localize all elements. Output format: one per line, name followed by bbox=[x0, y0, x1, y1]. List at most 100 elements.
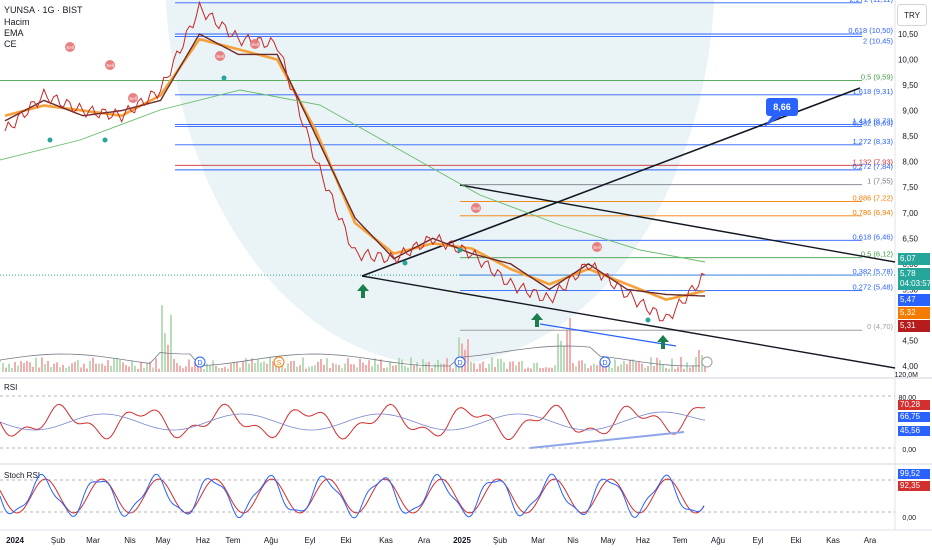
volume-bar bbox=[338, 365, 340, 372]
volume-bar bbox=[665, 367, 667, 372]
volume-bar bbox=[539, 367, 541, 372]
fib-level-label: 0,786 (6,94) bbox=[853, 208, 894, 217]
volume-bar bbox=[329, 367, 331, 372]
time-tick-label: Kas bbox=[379, 536, 393, 545]
volume-bar bbox=[101, 363, 103, 372]
target-callout-label: 8,66 bbox=[773, 102, 791, 112]
time-tick-label: Ağu bbox=[711, 536, 725, 545]
volume-bar bbox=[302, 357, 304, 372]
volume-bar bbox=[569, 318, 571, 372]
volume-bar bbox=[62, 364, 64, 372]
volume-bar bbox=[41, 357, 43, 372]
time-tick-label: Eki bbox=[340, 536, 351, 545]
volume-bar bbox=[419, 367, 421, 372]
ema-fast-price-label: 6,07 bbox=[898, 253, 930, 265]
time-tick-label: Tem bbox=[672, 536, 687, 545]
volume-bar bbox=[560, 340, 562, 372]
volume-bar bbox=[380, 359, 382, 372]
volume-bar bbox=[467, 339, 469, 372]
volume-bar bbox=[89, 360, 91, 372]
volume-bar bbox=[212, 360, 214, 372]
volume-bar bbox=[536, 362, 538, 372]
volume-bar bbox=[320, 359, 322, 372]
volume-bar bbox=[299, 365, 301, 372]
volume-bar bbox=[218, 368, 220, 372]
volume-bar bbox=[134, 365, 136, 372]
volume-bar bbox=[431, 367, 433, 372]
fib-level-label: 0,618 (10,50) bbox=[848, 26, 893, 35]
time-tick-label: 2024 bbox=[6, 536, 24, 545]
time-tick-label: Mar bbox=[86, 536, 100, 545]
volume-bar bbox=[383, 367, 385, 372]
volume-bar bbox=[119, 360, 121, 372]
buy-dot-icon bbox=[221, 75, 227, 81]
volume-bar bbox=[614, 359, 616, 372]
volume-legend[interactable]: Hacim bbox=[4, 17, 30, 28]
volume-bar bbox=[35, 357, 37, 372]
volume-bar bbox=[215, 365, 217, 372]
time-tick-label: May bbox=[600, 536, 615, 545]
volume-bar bbox=[629, 359, 631, 372]
volume-bar bbox=[593, 363, 595, 372]
fib-level-label: 0,272 (7,84) bbox=[853, 162, 894, 171]
volume-bar bbox=[389, 361, 391, 372]
volume-bar bbox=[368, 360, 370, 372]
time-tick-label: Şub bbox=[493, 536, 508, 545]
volume-bar bbox=[503, 362, 505, 372]
volume-bar bbox=[155, 358, 157, 372]
volume-bar bbox=[311, 366, 313, 372]
flash-icon bbox=[701, 356, 713, 368]
volume-bar bbox=[527, 367, 529, 372]
volume-bar bbox=[623, 360, 625, 372]
volume-bar bbox=[284, 368, 286, 372]
countdown-timer: 04:03:57 bbox=[900, 279, 932, 288]
buy-dot-icon bbox=[645, 317, 651, 323]
volume-bar bbox=[521, 360, 523, 372]
volume-scale-label: 120,0M bbox=[895, 372, 919, 379]
volume-bar bbox=[551, 367, 553, 372]
fib-level-label: 1 (7,55) bbox=[867, 177, 893, 186]
volume-bar bbox=[290, 361, 292, 372]
volume-bar bbox=[524, 368, 526, 372]
volume-bar bbox=[269, 357, 271, 372]
volume-bar bbox=[140, 361, 142, 372]
volume-bar bbox=[59, 367, 61, 372]
volume-bar bbox=[578, 360, 580, 372]
volume-bar bbox=[581, 360, 583, 372]
volume-bar bbox=[698, 349, 700, 372]
volume-bar bbox=[680, 357, 682, 372]
volume-bar bbox=[260, 362, 262, 372]
time-tick-label: Haz bbox=[196, 536, 210, 545]
currency-button[interactable]: TRY bbox=[897, 4, 927, 26]
volume-bar bbox=[590, 365, 592, 372]
volume-bar bbox=[92, 357, 94, 372]
volume-bar bbox=[446, 358, 448, 372]
volume-bar bbox=[545, 367, 547, 372]
volume-bar bbox=[506, 368, 508, 372]
volume-bar bbox=[179, 365, 181, 372]
fib-level-label: 2,272 (11,11) bbox=[849, 0, 893, 4]
ce-legend[interactable]: CE bbox=[4, 39, 17, 50]
time-tick-label: Eki bbox=[790, 536, 801, 545]
time-tick-label: Nis bbox=[124, 536, 136, 545]
volume-bar bbox=[596, 365, 598, 372]
volume-bar bbox=[359, 358, 361, 372]
volume-bar bbox=[74, 361, 76, 372]
volume-bar bbox=[104, 365, 106, 372]
volume-bar bbox=[587, 368, 589, 372]
volume-bar bbox=[230, 363, 232, 372]
volume-bar bbox=[86, 368, 88, 372]
volume-bar bbox=[5, 367, 7, 372]
time-tick-label: Eyl bbox=[752, 536, 763, 545]
volume-bar bbox=[482, 361, 484, 372]
ema-legend[interactable]: EMA bbox=[4, 28, 24, 39]
volume-bar bbox=[29, 362, 31, 372]
volume-bar bbox=[515, 365, 517, 372]
volume-bar bbox=[26, 360, 28, 372]
volume-bar bbox=[566, 329, 568, 372]
volume-bar bbox=[452, 368, 454, 372]
volume-bar bbox=[416, 362, 418, 372]
volume-bar bbox=[686, 362, 688, 372]
volume-bar bbox=[650, 357, 652, 372]
volume-bar bbox=[203, 368, 205, 372]
